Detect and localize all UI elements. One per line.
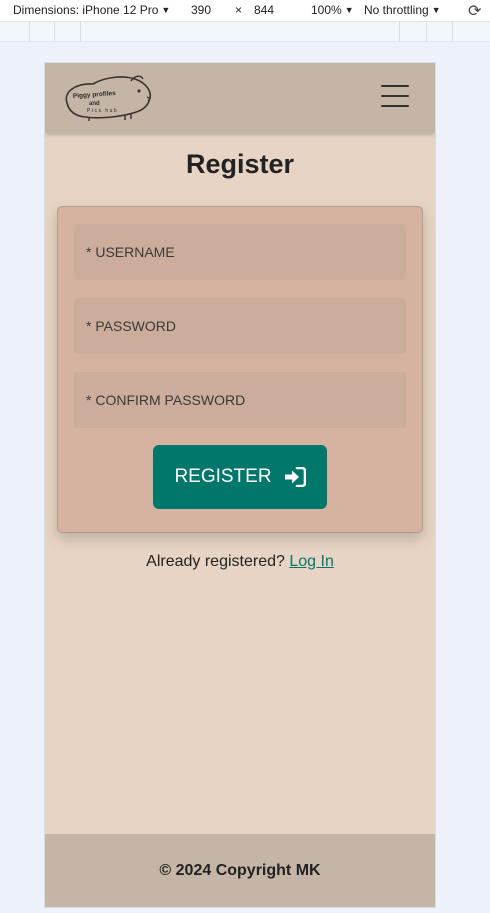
sign-in-icon (284, 467, 306, 487)
register-button[interactable]: REGISTER (153, 445, 327, 509)
chevron-down-icon: ▼ (344, 5, 354, 15)
width-value: 390 (191, 3, 212, 17)
register-form: REGISTER (57, 206, 423, 533)
times-icon: × (235, 3, 243, 17)
navbar: Piggy profiles and Pics hub (45, 63, 435, 133)
password-input[interactable] (86, 318, 394, 334)
device-selector[interactable]: Dimensions: iPhone 12 Pro ▼ (13, 3, 170, 17)
username-field[interactable] (74, 224, 406, 280)
page-title: Register (185, 149, 295, 179)
dimension-separator: × (235, 3, 242, 17)
hamburger-icon[interactable] (381, 85, 409, 107)
footer: © 2024 Copyright MK (45, 834, 435, 907)
throttling-selector[interactable]: No throttling ▼ (364, 3, 441, 17)
register-button-label: REGISTER (174, 466, 272, 487)
svg-text:Pics hub: Pics hub (87, 108, 118, 114)
confirm-password-field[interactable] (74, 372, 406, 428)
username-input[interactable] (86, 244, 394, 260)
svg-text:and: and (89, 101, 100, 107)
login-prompt-text: Already registered? (146, 553, 285, 570)
width-field[interactable]: 390 (191, 3, 211, 17)
device-selector-label: Dimensions: iPhone 12 Pro (13, 3, 159, 17)
zoom-value: 100% (311, 3, 342, 17)
password-field[interactable] (74, 298, 406, 354)
media-query-ruler (0, 22, 490, 42)
chevron-down-icon: ▼ (431, 5, 441, 15)
zoom-selector[interactable]: 100% ▼ (311, 3, 354, 17)
login-link[interactable]: Log In (289, 553, 333, 570)
logo[interactable]: Piggy profiles and Pics hub (59, 73, 155, 123)
height-field[interactable]: 844 (254, 3, 274, 17)
confirm-password-input[interactable] (86, 392, 394, 408)
throttling-value: No throttling (364, 3, 429, 17)
svg-text:Piggy profiles: Piggy profiles (73, 90, 117, 100)
chevron-down-icon: ▼ (161, 5, 171, 15)
device-viewport: Piggy profiles and Pics hub Register REG… (45, 63, 435, 907)
login-prompt: Already registered? Log In (45, 553, 435, 571)
height-value: 844 (254, 3, 275, 17)
rotate-icon[interactable]: ⟳ (468, 1, 481, 21)
devtools-toolbar: Dimensions: iPhone 12 Pro ▼ 390 × 844 10… (0, 0, 490, 22)
guinea-pig-logo-icon: Piggy profiles and Pics hub (65, 75, 151, 121)
copyright-text: © 2024 Copyright MK (159, 861, 321, 879)
